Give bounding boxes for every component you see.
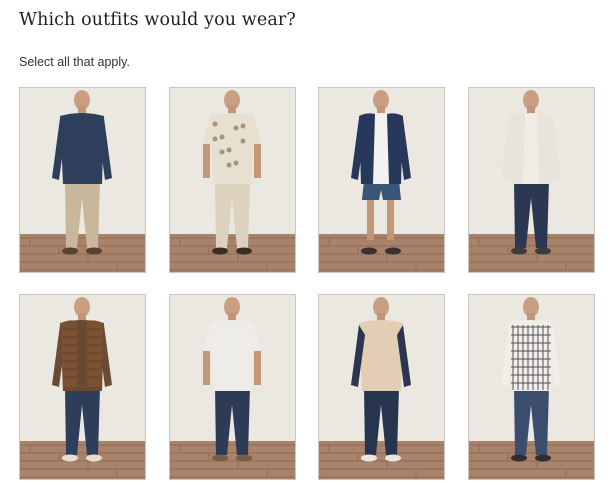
outfit-option-4[interactable] — [468, 87, 595, 273]
outfit-photo — [20, 295, 145, 479]
outfit-option-2[interactable] — [169, 87, 296, 273]
outfit-photo — [319, 88, 444, 272]
outfit-photo — [469, 88, 594, 272]
outfit-photo — [170, 88, 295, 272]
page-subtitle: Select all that apply. — [19, 55, 130, 69]
outfit-photo — [20, 88, 145, 272]
page-title: Which outfits would you wear? — [19, 10, 296, 30]
outfit-option-1[interactable] — [19, 87, 146, 273]
outfit-photo — [319, 295, 444, 479]
outfit-option-8[interactable] — [468, 294, 595, 480]
outfit-option-3[interactable] — [318, 87, 445, 273]
outfit-option-5[interactable] — [19, 294, 146, 480]
outfit-photo — [469, 295, 594, 479]
outfit-option-7[interactable] — [318, 294, 445, 480]
outfit-photo — [170, 295, 295, 479]
outfit-option-6[interactable] — [169, 294, 296, 480]
